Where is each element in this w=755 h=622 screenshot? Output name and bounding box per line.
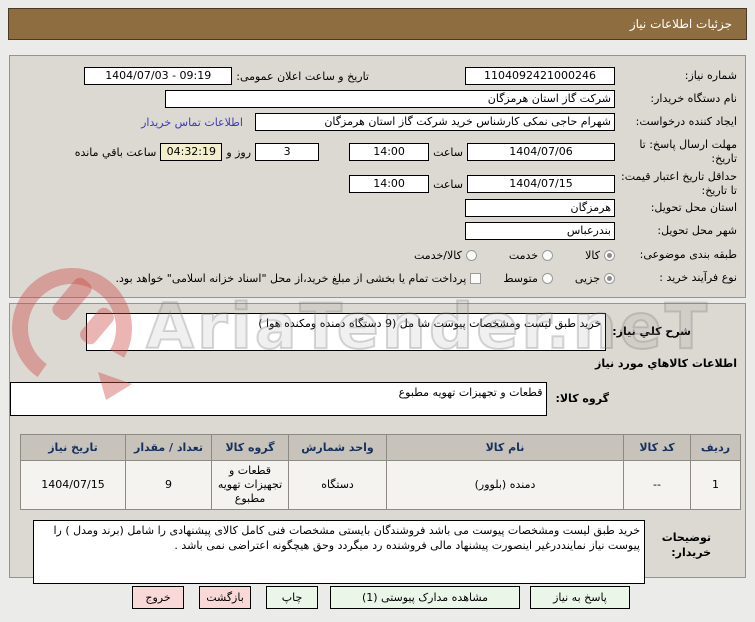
buyer-notes-label: توضیحات خریدار: <box>649 530 711 560</box>
deadline-hour-label: ساعت <box>433 146 463 159</box>
col-header-unit: واحد شمارش <box>289 435 387 461</box>
hours-remaining-label: ساعت باقي مانده <box>75 146 157 159</box>
process-type-row: نوع فرآیند خرید : جزیی متوسط پرداخت تمام… <box>18 271 737 285</box>
price-validity-row: حداقل تاریخ اعتبار قیمت: تا تاریخ: 1404/… <box>18 169 737 199</box>
cell-goods-group: قطعات و تجهیزات تهویه مطبوع <box>212 461 289 510</box>
process-minor-radio[interactable] <box>604 273 615 284</box>
col-header-goods-group: گروه کالا <box>212 435 289 461</box>
cell-goods-name: دمنده (بلوور) <box>387 461 624 510</box>
need-number-label: شماره نیاز: <box>619 69 737 83</box>
remaining-days-field[interactable]: 3 <box>255 143 319 161</box>
city-label: شهر محل تحویل: <box>619 224 737 238</box>
col-header-need-date: تاریخ نیاز <box>21 435 126 461</box>
announce-datetime-label: تاریخ و ساعت اعلان عمومی: <box>236 70 369 83</box>
cell-goods-code: -- <box>624 461 691 510</box>
cell-unit: دستگاه <box>289 461 387 510</box>
province-field[interactable]: هرمزگان <box>465 199 615 217</box>
deadline-time-field[interactable]: 14:00 <box>349 143 429 161</box>
classification-goods-label: کالا <box>585 249 600 262</box>
deadline-label: مهلت ارسال پاسخ: تا تاریخ: <box>619 138 737 166</box>
classification-service-label: خدمت <box>509 249 538 262</box>
need-desc-row: شرح كلي نياز: خرید طبق لیست ومشخصات پیوس… <box>10 313 691 351</box>
goods-group-textarea[interactable]: قطعات و تجهیزات تهویه مطبوع <box>10 382 547 416</box>
cell-quantity: 9 <box>126 461 212 510</box>
page-title: جزئیات اطلاعات نیاز <box>8 8 747 40</box>
classification-row: طبقه بندی موضوعی: کالا خدمت کالا/خدمت <box>18 248 737 262</box>
classification-goods-service-label: کالا/خدمت <box>414 249 462 262</box>
action-buttons: پاسخ به نیاز مشاهده مدارک پیوستی (1) چاپ… <box>132 586 630 609</box>
creator-label: ایجاد کننده درخواست: <box>619 115 737 129</box>
announce-datetime-field[interactable]: 1404/07/03 - 09:19 <box>84 67 232 85</box>
process-type-label: نوع فرآیند خرید : <box>619 271 737 285</box>
buyer-contact-link[interactable]: اطلاعات تماس خریدار <box>141 116 243 129</box>
need-number-row: شماره نیاز: 1104092421000246 تاریخ و ساع… <box>18 67 737 85</box>
deadline-row: مهلت ارسال پاسخ: تا تاریخ: 1404/07/06 سا… <box>18 137 737 167</box>
goods-table: ردیف کد کالا نام کالا واحد شمارش گروه کا… <box>20 434 741 510</box>
view-attachments-button[interactable]: مشاهده مدارک پیوستی (1) <box>330 586 520 609</box>
treasury-payment-checkbox[interactable] <box>470 273 481 284</box>
process-minor-label: جزیی <box>575 272 600 285</box>
print-button[interactable]: چاپ <box>266 586 318 609</box>
col-header-goods-name: نام کالا <box>387 435 624 461</box>
process-medium-label: متوسط <box>503 272 538 285</box>
validity-time-field[interactable]: 14:00 <box>349 175 429 193</box>
cell-row-number: 1 <box>691 461 741 510</box>
classification-label: طبقه بندی موضوعی: <box>619 248 737 262</box>
creator-field[interactable]: شهرام حاجی نمکی کارشناس خرید شرکت گاز اس… <box>255 113 615 131</box>
city-row: شهر محل تحویل: بندرعباس <box>18 222 737 240</box>
price-validity-label: حداقل تاریخ اعتبار قیمت: تا تاریخ: <box>619 170 737 198</box>
days-and-label: روز و <box>226 146 251 159</box>
need-number-field[interactable]: 1104092421000246 <box>465 67 615 85</box>
buyer-notes-textarea[interactable]: خرید طبق لیست ومشخصات پیوست می باشد فروش… <box>33 520 645 584</box>
province-label: استان محل تحویل: <box>619 201 737 215</box>
cell-need-date: 1404/07/15 <box>21 461 126 510</box>
validity-date-field[interactable]: 1404/07/15 <box>467 175 615 193</box>
table-header-row: ردیف کد کالا نام کالا واحد شمارش گروه کا… <box>21 435 741 461</box>
validity-hour-label: ساعت <box>433 178 463 191</box>
goods-info-header: اطلاعات كالاهاي مورد نياز <box>18 357 737 370</box>
need-desc-textarea[interactable]: خرید طبق لیست ومشخصات پیوست شا مل (9 دست… <box>86 313 606 351</box>
countdown-timer-field[interactable]: 04:32:19 <box>160 143 222 161</box>
need-details-page: جزئیات اطلاعات نیاز شماره نیاز: 11040924… <box>0 0 755 622</box>
col-header-goods-code: کد کالا <box>624 435 691 461</box>
goods-group-row: گروه کالا: قطعات و تجهیزات تهویه مطبوع <box>10 382 609 416</box>
treasury-payment-label: پرداخت تمام یا بخشی از مبلغ خرید،از محل … <box>116 272 467 285</box>
city-field[interactable]: بندرعباس <box>465 222 615 240</box>
classification-service-radio[interactable] <box>542 250 553 261</box>
col-header-row-number: ردیف <box>691 435 741 461</box>
creator-row: ایجاد کننده درخواست: شهرام حاجی نمکی کار… <box>18 113 737 131</box>
buyer-org-row: نام دستگاه خریدار: شرکت گاز استان هرمزگا… <box>18 90 737 108</box>
need-desc-label: شرح كلي نياز: <box>612 325 691 338</box>
buyer-notes-row: توضیحات خریدار: خرید طبق لیست ومشخصات پی… <box>10 520 711 584</box>
col-header-quantity: تعداد / مقدار <box>126 435 212 461</box>
respond-to-need-button[interactable]: پاسخ به نیاز <box>530 586 630 609</box>
goods-group-label: گروه کالا: <box>555 392 609 405</box>
classification-goods-radio[interactable] <box>604 250 615 261</box>
need-info-panel: شماره نیاز: 1104092421000246 تاریخ و ساع… <box>9 55 746 298</box>
process-medium-radio[interactable] <box>542 273 553 284</box>
buyer-org-label: نام دستگاه خریدار: <box>619 92 737 106</box>
classification-goods-service-radio[interactable] <box>466 250 477 261</box>
back-button[interactable]: بازگشت <box>199 586 251 609</box>
table-row: 1 -- دمنده (بلوور) دستگاه قطعات و تجهیزا… <box>21 461 741 510</box>
exit-button[interactable]: خروج <box>132 586 184 609</box>
goods-panel: شرح كلي نياز: خرید طبق لیست ومشخصات پیوس… <box>9 303 746 578</box>
deadline-date-field[interactable]: 1404/07/06 <box>467 143 615 161</box>
buyer-org-field[interactable]: شرکت گاز استان هرمزگان <box>165 90 615 108</box>
province-row: استان محل تحویل: هرمزگان <box>18 199 737 217</box>
